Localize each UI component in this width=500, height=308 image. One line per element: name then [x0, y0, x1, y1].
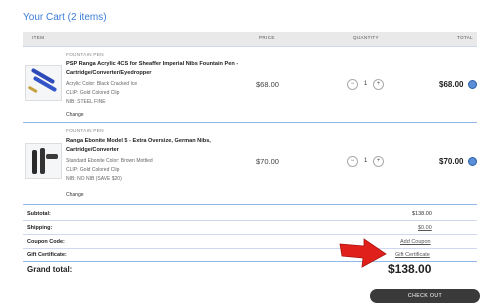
header-total: TOTAL	[457, 35, 474, 40]
pen-image	[32, 148, 58, 174]
shipping-label: Shipping:	[27, 225, 53, 231]
change-link[interactable]: Change	[66, 112, 84, 118]
product-brand: FOUNTAIN PEN	[66, 53, 104, 58]
qty-value[interactable]: 1	[364, 81, 367, 87]
option-text: Acrylic Color: Black Cracked Ice	[66, 81, 138, 87]
row-divider	[23, 204, 477, 205]
qty-decrease-button[interactable]: −	[347, 79, 358, 90]
option-text: NIB: STEEL FINE	[66, 99, 106, 105]
product-name[interactable]: Ranga Ebonite Model 5 - Extra Oversize, …	[66, 137, 286, 155]
grand-total-label: Grand total:	[27, 265, 73, 274]
grand-total-value: $138.00	[388, 262, 432, 276]
table-header: ITEM PRICE QUANTITY TOTAL	[23, 32, 477, 47]
product-name-line: PSP Ranga Acrylic 4CS for Sheaffer Imper…	[66, 61, 239, 67]
option-text: CLIP: Gold Colored Clip	[66, 167, 120, 173]
remove-item-icon[interactable]	[468, 80, 477, 89]
gift-certificate-label: Gift Certificate:	[27, 252, 67, 258]
add-coupon-link[interactable]: Add Coupon	[400, 239, 431, 245]
subtotal-label: Subtotal:	[27, 211, 51, 217]
option-text: Standard Ebonite Color: Brown Mottled	[66, 158, 153, 164]
item-price: $68.00	[256, 80, 279, 89]
header-quantity: QUANTITY	[353, 35, 379, 40]
product-name-line: Cartridge/Converter/Eyedropper	[66, 70, 152, 76]
summary-divider	[23, 234, 477, 235]
gift-certificate-link[interactable]: Gift Certificate	[395, 252, 430, 258]
row-divider	[23, 122, 477, 123]
item-total: $70.00	[439, 157, 464, 166]
product-name-line: Cartridge/Converter	[66, 147, 119, 153]
qty-decrease-button[interactable]: −	[347, 156, 358, 167]
remove-item-icon[interactable]	[468, 157, 477, 166]
option-text: CLIP: Gold Colored Clip	[66, 90, 120, 96]
product-options: Standard Ebonite Color: Brown Mottled CL…	[66, 157, 153, 184]
summary-divider	[23, 248, 477, 249]
subtotal-value: $138.00	[412, 211, 432, 217]
option-text: NIB: NO NIB (SAVE $20)	[66, 176, 122, 182]
change-link[interactable]: Change	[66, 192, 84, 198]
red-arrow-icon	[339, 238, 387, 268]
product-options: Acrylic Color: Black Cracked Ice CLIP: G…	[66, 80, 137, 107]
qty-value[interactable]: 1	[364, 158, 367, 164]
pen-image	[28, 68, 57, 93]
cart-title: Your Cart (2 items)	[23, 12, 107, 23]
header-price: PRICE	[259, 35, 275, 40]
header-item: ITEM	[32, 35, 45, 40]
checkout-button[interactable]: CHECK OUT	[370, 289, 480, 303]
item-total: $68.00	[439, 80, 464, 89]
item-price: $70.00	[256, 157, 279, 166]
product-name[interactable]: PSP Ranga Acrylic 4CS for Sheaffer Imper…	[66, 60, 286, 78]
coupon-label: Coupon Code:	[27, 239, 65, 245]
qty-increase-button[interactable]: +	[373, 79, 384, 90]
product-image[interactable]	[25, 65, 62, 101]
summary-divider	[23, 220, 477, 221]
product-image[interactable]	[25, 143, 62, 179]
product-name-line: Ranga Ebonite Model 5 - Extra Oversize, …	[66, 138, 211, 144]
qty-increase-button[interactable]: +	[373, 156, 384, 167]
product-brand: FOUNTAIN PEN	[66, 129, 104, 134]
shipping-value[interactable]: $0.00	[418, 225, 432, 231]
